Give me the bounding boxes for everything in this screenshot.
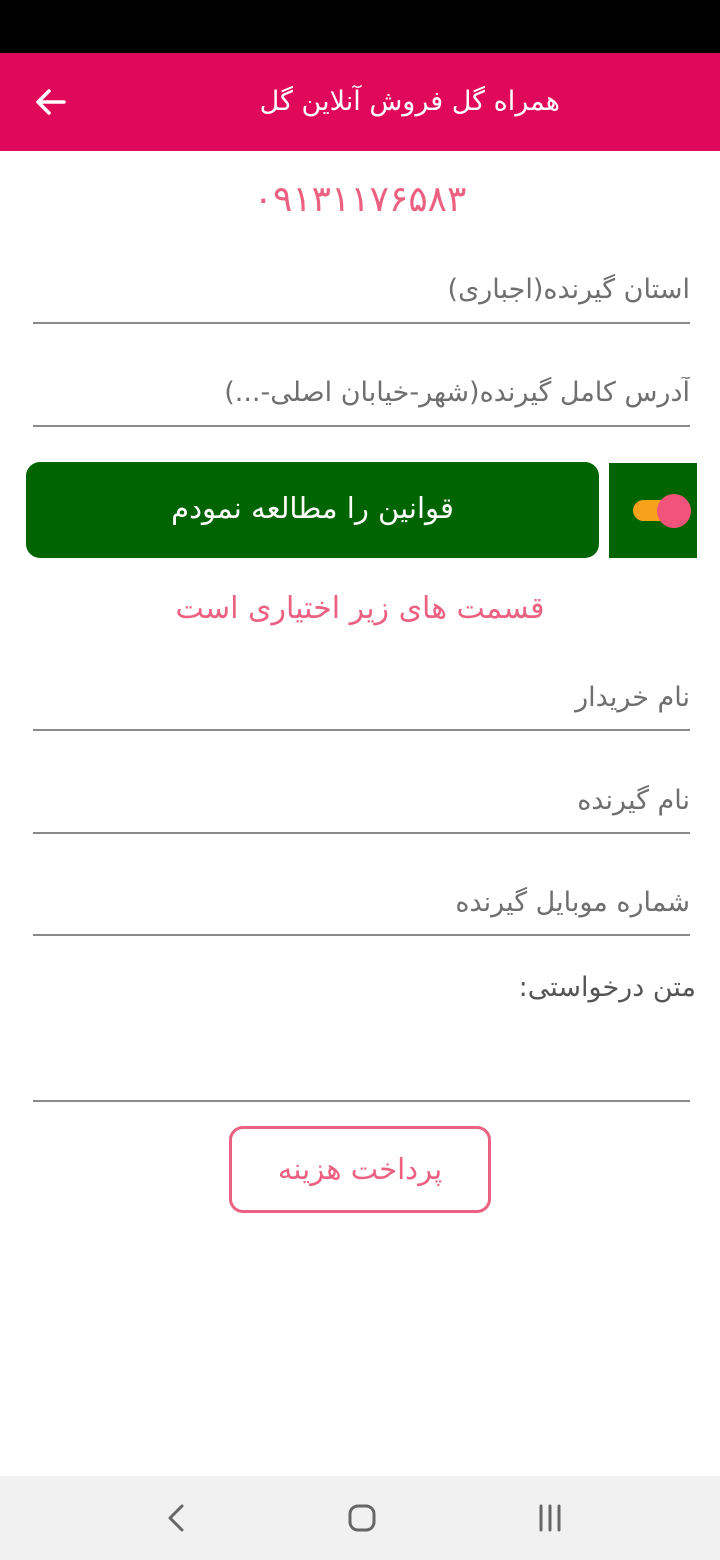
request-text-area[interactable]	[33, 1012, 690, 1102]
buyer-name-input[interactable]	[33, 665, 690, 729]
system-nav-bar	[0, 1476, 720, 1560]
pay-button[interactable]: پرداخت هزینه	[229, 1126, 491, 1213]
app-title: همراه گل فروش آنلاین گل	[259, 86, 560, 117]
address-field[interactable]	[33, 359, 690, 427]
toggle-thumb	[657, 494, 691, 528]
recents-lines-icon[interactable]	[530, 1498, 570, 1538]
phone-number[interactable]: ۰۹۱۳۱۱۷۶۵۸۳	[0, 170, 720, 230]
rules-read-button[interactable]: قوانین را مطالعه نمودم	[26, 462, 599, 558]
receiver-mobile-field[interactable]	[33, 870, 690, 936]
optional-section-note: قسمت های زیر اختیاری است	[175, 591, 545, 626]
address-input[interactable]	[33, 359, 690, 425]
rules-toggle[interactable]	[609, 463, 697, 558]
chevron-left-icon[interactable]	[156, 1498, 196, 1538]
app-bar: همراه گل فروش آنلاین گل	[0, 53, 720, 151]
receiver-name-field[interactable]	[33, 768, 690, 834]
status-bar	[0, 0, 720, 53]
province-field[interactable]	[33, 256, 690, 324]
buyer-name-field[interactable]	[33, 665, 690, 731]
home-square-icon[interactable]	[342, 1498, 382, 1538]
request-text-label: متن درخواستی:	[518, 972, 696, 1003]
receiver-mobile-input[interactable]	[33, 870, 690, 934]
province-input[interactable]	[33, 256, 690, 322]
receiver-name-input[interactable]	[33, 768, 690, 832]
arrow-left-icon[interactable]	[28, 80, 72, 124]
